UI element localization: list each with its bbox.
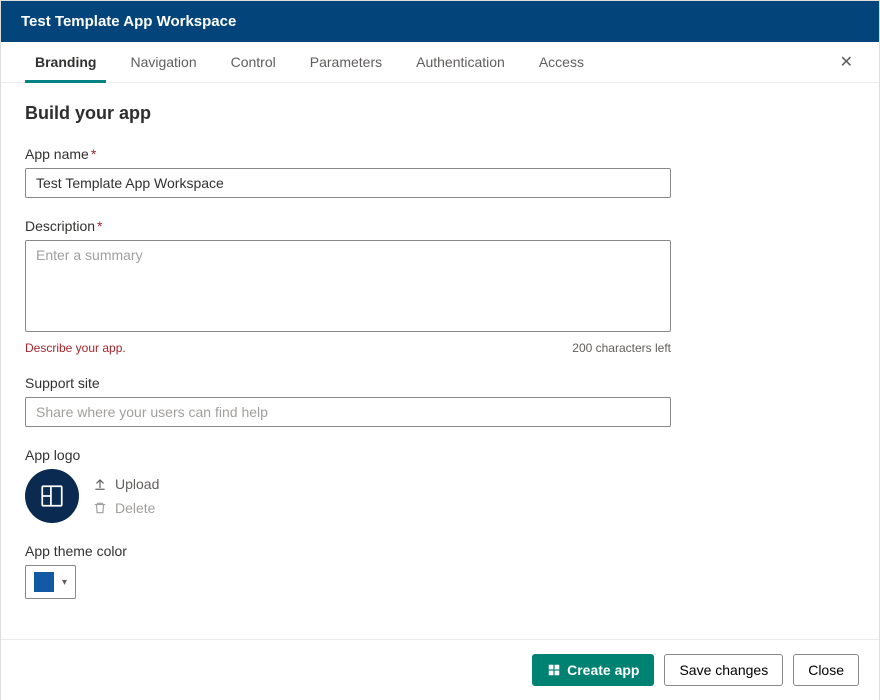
description-under-row: Describe your app. 200 characters left bbox=[25, 341, 671, 355]
app-logo-icon bbox=[39, 483, 65, 509]
app-name-label: App name* bbox=[25, 146, 671, 162]
tab-branding[interactable]: Branding bbox=[21, 42, 110, 82]
workspace-title: Test Template App Workspace bbox=[21, 13, 236, 30]
field-theme-color: App theme color ▾ bbox=[25, 543, 671, 599]
section-title: Build your app bbox=[25, 103, 855, 124]
content-area: Build your app App name* Description* De… bbox=[1, 83, 879, 643]
app-grid-icon bbox=[547, 663, 561, 677]
tab-authentication[interactable]: Authentication bbox=[402, 42, 519, 82]
theme-color-picker[interactable]: ▾ bbox=[25, 565, 76, 599]
tabs-bar: Branding Navigation Control Parameters A… bbox=[1, 42, 879, 83]
close-button[interactable]: Close bbox=[793, 654, 859, 686]
description-label: Description* bbox=[25, 218, 671, 234]
upload-logo-button[interactable]: Upload bbox=[93, 476, 159, 492]
color-swatch bbox=[34, 572, 54, 592]
description-count: 200 characters left bbox=[572, 341, 671, 355]
tab-access[interactable]: Access bbox=[525, 42, 598, 82]
field-app-name: App name* bbox=[25, 146, 671, 198]
close-icon[interactable]: ✕ bbox=[834, 42, 859, 82]
header-bar: Test Template App Workspace bbox=[1, 1, 879, 42]
footer-bar: Create app Save changes Close bbox=[1, 639, 879, 700]
tab-parameters[interactable]: Parameters bbox=[296, 42, 396, 82]
app-logo-preview bbox=[25, 469, 79, 523]
upload-icon bbox=[93, 477, 107, 491]
support-site-label: Support site bbox=[25, 375, 671, 391]
create-app-button[interactable]: Create app bbox=[532, 654, 654, 686]
support-site-input[interactable] bbox=[25, 397, 671, 427]
save-changes-button[interactable]: Save changes bbox=[664, 654, 783, 686]
field-description: Description* Describe your app. 200 char… bbox=[25, 218, 671, 355]
required-asterisk: * bbox=[97, 218, 102, 234]
app-name-input[interactable] bbox=[25, 168, 671, 198]
app-logo-label: App logo bbox=[25, 447, 671, 463]
trash-icon bbox=[93, 501, 107, 515]
description-input[interactable] bbox=[25, 240, 671, 332]
tab-navigation[interactable]: Navigation bbox=[116, 42, 210, 82]
chevron-down-icon: ▾ bbox=[62, 577, 67, 588]
field-support-site: Support site bbox=[25, 375, 671, 427]
description-error: Describe your app. bbox=[25, 341, 126, 355]
field-app-logo: App logo Upload Delete bbox=[25, 447, 671, 523]
tab-control[interactable]: Control bbox=[217, 42, 290, 82]
theme-color-label: App theme color bbox=[25, 543, 671, 559]
delete-logo-button[interactable]: Delete bbox=[93, 500, 159, 516]
required-asterisk: * bbox=[91, 146, 96, 162]
